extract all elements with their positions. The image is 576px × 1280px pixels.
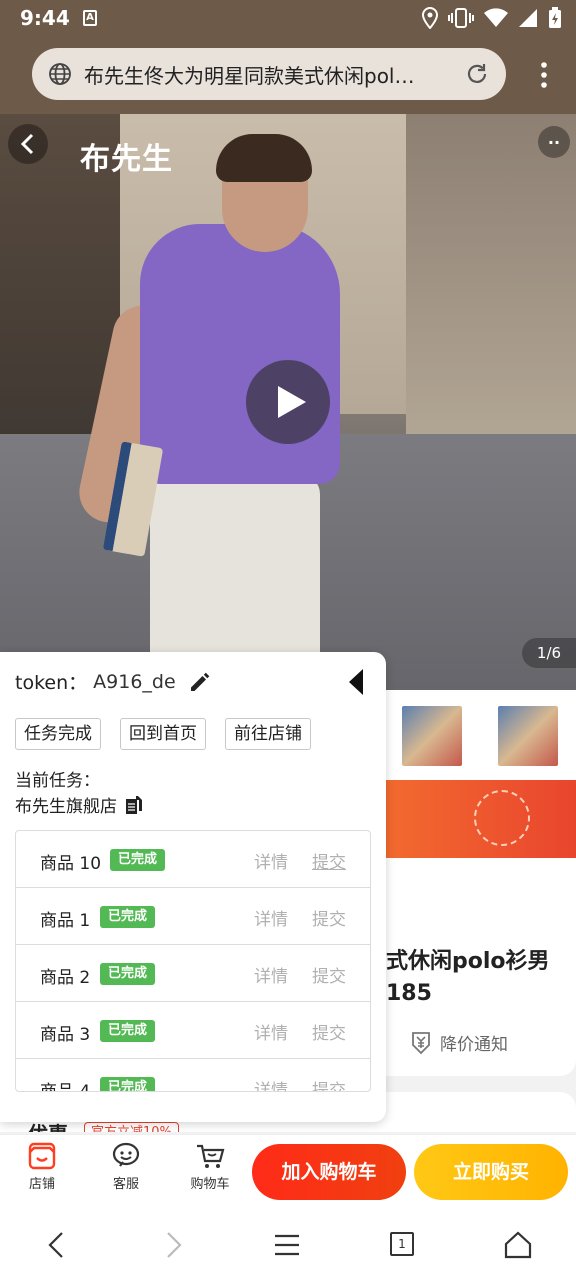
browser-navigation-bar: 1 (0, 1208, 576, 1280)
battery-icon (549, 7, 561, 28)
sku-thumbnail[interactable] (498, 706, 558, 766)
vibrate-icon (448, 8, 474, 28)
sku-thumbnail[interactable] (402, 706, 462, 766)
customer-service-button[interactable]: 客服 (96, 1141, 156, 1192)
back-arrow-icon[interactable] (42, 1230, 72, 1260)
sku-thumbnails (386, 690, 576, 780)
product-info-card: 式休闲polo衫男 185 降价通知 (386, 858, 576, 1076)
browser-toolbar: 布先生佟大为明星同款美式休闲pol… (0, 36, 576, 114)
more-button[interactable]: .. (538, 126, 570, 158)
task-detail-link[interactable]: 详情 (254, 1019, 288, 1044)
promo-tag: 官方立减10% (84, 1122, 179, 1132)
price-alert-button[interactable]: 降价通知 (410, 1030, 508, 1055)
task-detail-link[interactable]: 详情 (254, 905, 288, 930)
model-polo-shirt (140, 224, 340, 484)
task-detail-link[interactable]: 详情 (254, 848, 288, 873)
task-item-name: 商品 3 (40, 1025, 91, 1045)
buy-now-button[interactable]: 立即购买 (414, 1144, 568, 1200)
back-to-home-button[interactable]: 回到首页 (120, 718, 206, 750)
more-dots-icon: · · · (528, 1126, 550, 1132)
accessibility-a-icon: A (83, 10, 97, 26)
shop-icon (28, 1142, 56, 1170)
tab-switcher-button[interactable]: 1 (390, 1232, 414, 1256)
task-status-badge: 已完成 (100, 963, 156, 985)
task-detail-link[interactable]: 详情 (254, 962, 288, 987)
product-title-line2: 185 (386, 981, 432, 1006)
task-item-name: 商品 10 (40, 854, 102, 874)
cart-label: 购物车 (190, 1177, 230, 1192)
promo-banner (386, 780, 576, 858)
signal-icon (519, 9, 537, 27)
play-video-button[interactable] (246, 360, 330, 444)
task-detail-link[interactable]: 详情 (254, 1076, 288, 1091)
task-submit-link[interactable]: 提交 (312, 1019, 346, 1044)
image-page-indicator: 1/6 (522, 638, 576, 668)
task-row: 商品 1 已完成 详情 提交 (16, 888, 370, 945)
task-status-badge: 已完成 (100, 1020, 156, 1042)
wifi-icon (484, 8, 508, 27)
home-icon[interactable] (503, 1230, 533, 1260)
globe-icon (49, 63, 71, 85)
overflow-menu-icon[interactable] (540, 62, 548, 88)
collapse-panel-icon[interactable] (348, 668, 364, 696)
task-helper-panel: token： A916_de 任务完成 回到首页 前往店铺 当前任务： 布先生旗… (0, 652, 386, 1122)
service-icon (112, 1142, 140, 1167)
play-icon (278, 386, 306, 418)
task-submit-link[interactable]: 提交 (312, 848, 346, 873)
price-drop-icon (412, 1031, 430, 1054)
address-bar[interactable]: 布先生佟大为明星同款美式休闲pol… (32, 48, 506, 100)
task-complete-button[interactable]: 任务完成 (15, 718, 101, 750)
task-item-name: 商品 2 (40, 968, 91, 988)
token-value: A916_de (93, 670, 176, 693)
chevron-left-icon (20, 133, 34, 155)
token-row: token： A916_de (15, 668, 212, 695)
current-store: 布先生旗舰店 (15, 792, 143, 817)
task-item-name: 商品 4 (40, 1082, 91, 1092)
reload-icon[interactable] (464, 61, 490, 87)
status-time: 9:44 (20, 6, 70, 30)
status-bar: 9:44 A (0, 0, 576, 36)
task-submit-link[interactable]: 提交 (312, 905, 346, 930)
bottom-action-bar: 店铺 客服 购物车 加入购物车 立即购买 (0, 1134, 576, 1208)
edit-pencil-icon[interactable] (188, 670, 212, 694)
forward-arrow-icon[interactable] (158, 1230, 188, 1260)
brand-logo: 布先生 (80, 142, 173, 177)
task-row: 商品 2 已完成 详情 提交 (16, 945, 370, 1002)
task-status-badge: 已完成 (110, 849, 166, 871)
background-building-right (406, 114, 576, 444)
firework-icon (474, 790, 530, 846)
menu-icon[interactable] (272, 1230, 302, 1260)
current-task-label: 当前任务： (15, 771, 100, 791)
status-icons (422, 7, 562, 29)
token-label: token： (15, 672, 88, 694)
task-status-badge: 已完成 (100, 906, 156, 928)
cart-button[interactable]: 购物车 (180, 1141, 240, 1192)
url-text[interactable]: 布先生佟大为明星同款美式休闲pol… (84, 60, 454, 89)
task-list: 商品 10 已完成 详情 提交 商品 1 已完成 详情 提交 商品 2 已完成 … (15, 830, 371, 1092)
product-hero-image[interactable]: 布先生 .. 1/6 (0, 114, 576, 690)
shop-button[interactable]: 店铺 (12, 1141, 72, 1192)
task-status-badge: 已完成 (100, 1077, 156, 1091)
go-to-store-button[interactable]: 前往店铺 (225, 718, 311, 750)
task-row: 商品 3 已完成 详情 提交 (16, 1002, 370, 1059)
cart-icon (197, 1144, 225, 1168)
back-button[interactable] (8, 124, 48, 164)
product-title: 式休闲polo衫男 (386, 949, 550, 974)
copy-icon[interactable] (125, 795, 143, 815)
task-row: 商品 4 已完成 详情 提交 (16, 1059, 370, 1092)
task-item-name: 商品 1 (40, 911, 91, 931)
location-icon (422, 7, 438, 29)
task-row: 商品 10 已完成 详情 提交 (16, 831, 370, 888)
service-label: 客服 (112, 1177, 139, 1192)
add-to-cart-button[interactable]: 加入购物车 (252, 1144, 406, 1200)
shop-label: 店铺 (28, 1177, 55, 1192)
model-hair (216, 134, 312, 182)
task-submit-link[interactable]: 提交 (312, 962, 346, 987)
price-alert-label: 降价通知 (440, 1035, 508, 1055)
task-submit-link[interactable]: 提交 (312, 1076, 346, 1091)
current-store-name: 布先生旗舰店 (15, 797, 117, 817)
